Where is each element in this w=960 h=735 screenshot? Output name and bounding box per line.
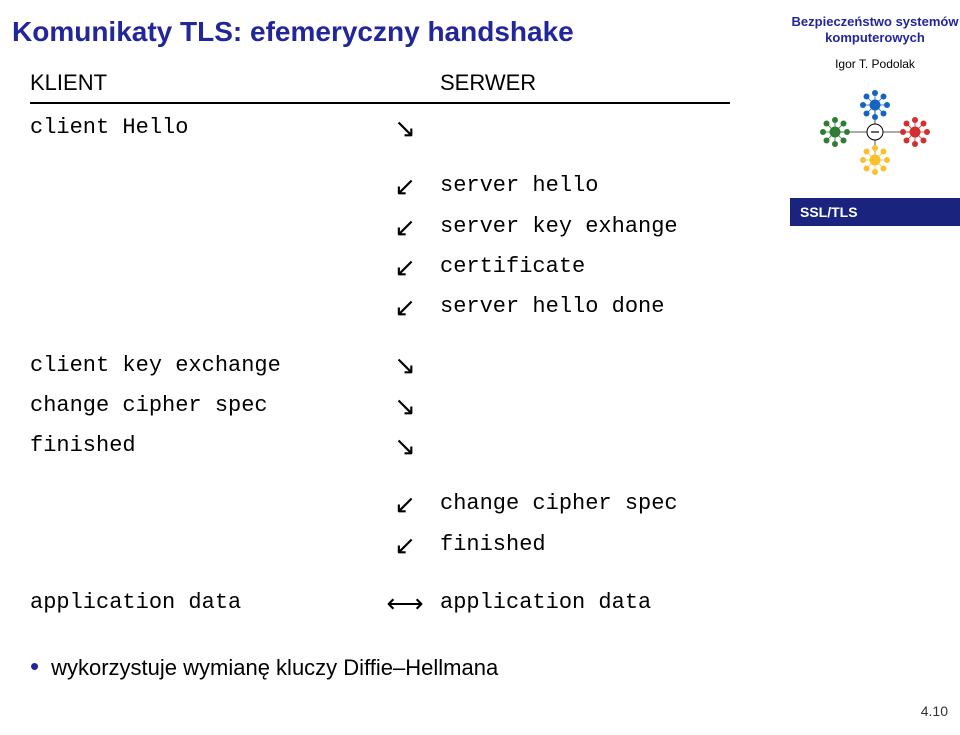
arrow-to-client-icon (370, 287, 440, 327)
arrow-to-client-icon (370, 484, 440, 524)
sidebar: Bezpieczeństwo systemów komputerowych Ig… (790, 0, 960, 735)
server-msg: certificate (440, 250, 790, 284)
arrow-to-client-icon (370, 207, 440, 247)
main-content: KLIENT SERWER client Hello server hello se… (30, 70, 790, 681)
arrow-to-server-icon (370, 386, 440, 426)
table-row: change cipher spec (30, 386, 790, 426)
table-row: server hello done (30, 287, 790, 327)
table-row: client Hello (30, 108, 790, 148)
topic-label: SSL/TLS (790, 198, 960, 226)
table-header: KLIENT SERWER (30, 70, 790, 96)
page-number: 4.10 (921, 703, 948, 719)
header-server: SERWER (440, 70, 790, 96)
table-row: server key exhange (30, 207, 790, 247)
server-msg: finished (440, 528, 790, 562)
author-name: Igor T. Podolak (790, 57, 960, 71)
arrow-both-icon (370, 583, 440, 623)
arrow-to-server-icon (370, 426, 440, 466)
header-rule (30, 102, 730, 104)
arrow-to-server-icon (370, 108, 440, 148)
server-msg: server hello done (440, 290, 790, 324)
bullet-dot-icon: • (30, 653, 39, 679)
course-title: Bezpieczeństwo systemów komputerowych (790, 0, 960, 47)
message-table: client Hello server hello server key exhan… (30, 108, 790, 623)
arrow-to-client-icon (370, 525, 440, 565)
arrow-to-client-icon (370, 247, 440, 287)
arrow-to-client-icon (370, 166, 440, 206)
client-msg: client key exchange (30, 349, 370, 383)
table-row: finished (30, 525, 790, 565)
table-row: server hello (30, 166, 790, 206)
bullet-item: • wykorzystuje wymianę kluczy Diffie–Hel… (30, 653, 790, 681)
client-msg: application data (30, 586, 370, 620)
client-msg: finished (30, 429, 370, 463)
table-row: certificate (30, 247, 790, 287)
logo-graph-icon (815, 85, 935, 180)
table-row: client key exchange (30, 345, 790, 385)
table-row: application data application data (30, 583, 790, 623)
header-client: KLIENT (30, 70, 370, 96)
client-msg: client Hello (30, 111, 370, 145)
bullet-text: wykorzystuje wymianę kluczy Diffie–Hellm… (51, 655, 498, 681)
server-msg: application data (440, 586, 790, 620)
server-msg: change cipher spec (440, 487, 790, 521)
slide-title: Komunikaty TLS: efemeryczny handshake (12, 16, 574, 48)
server-msg: server key exhange (440, 210, 790, 244)
server-msg: server hello (440, 169, 790, 203)
table-row: finished (30, 426, 790, 466)
client-msg: change cipher spec (30, 389, 370, 423)
table-row: change cipher spec (30, 484, 790, 524)
arrow-to-server-icon (370, 345, 440, 385)
